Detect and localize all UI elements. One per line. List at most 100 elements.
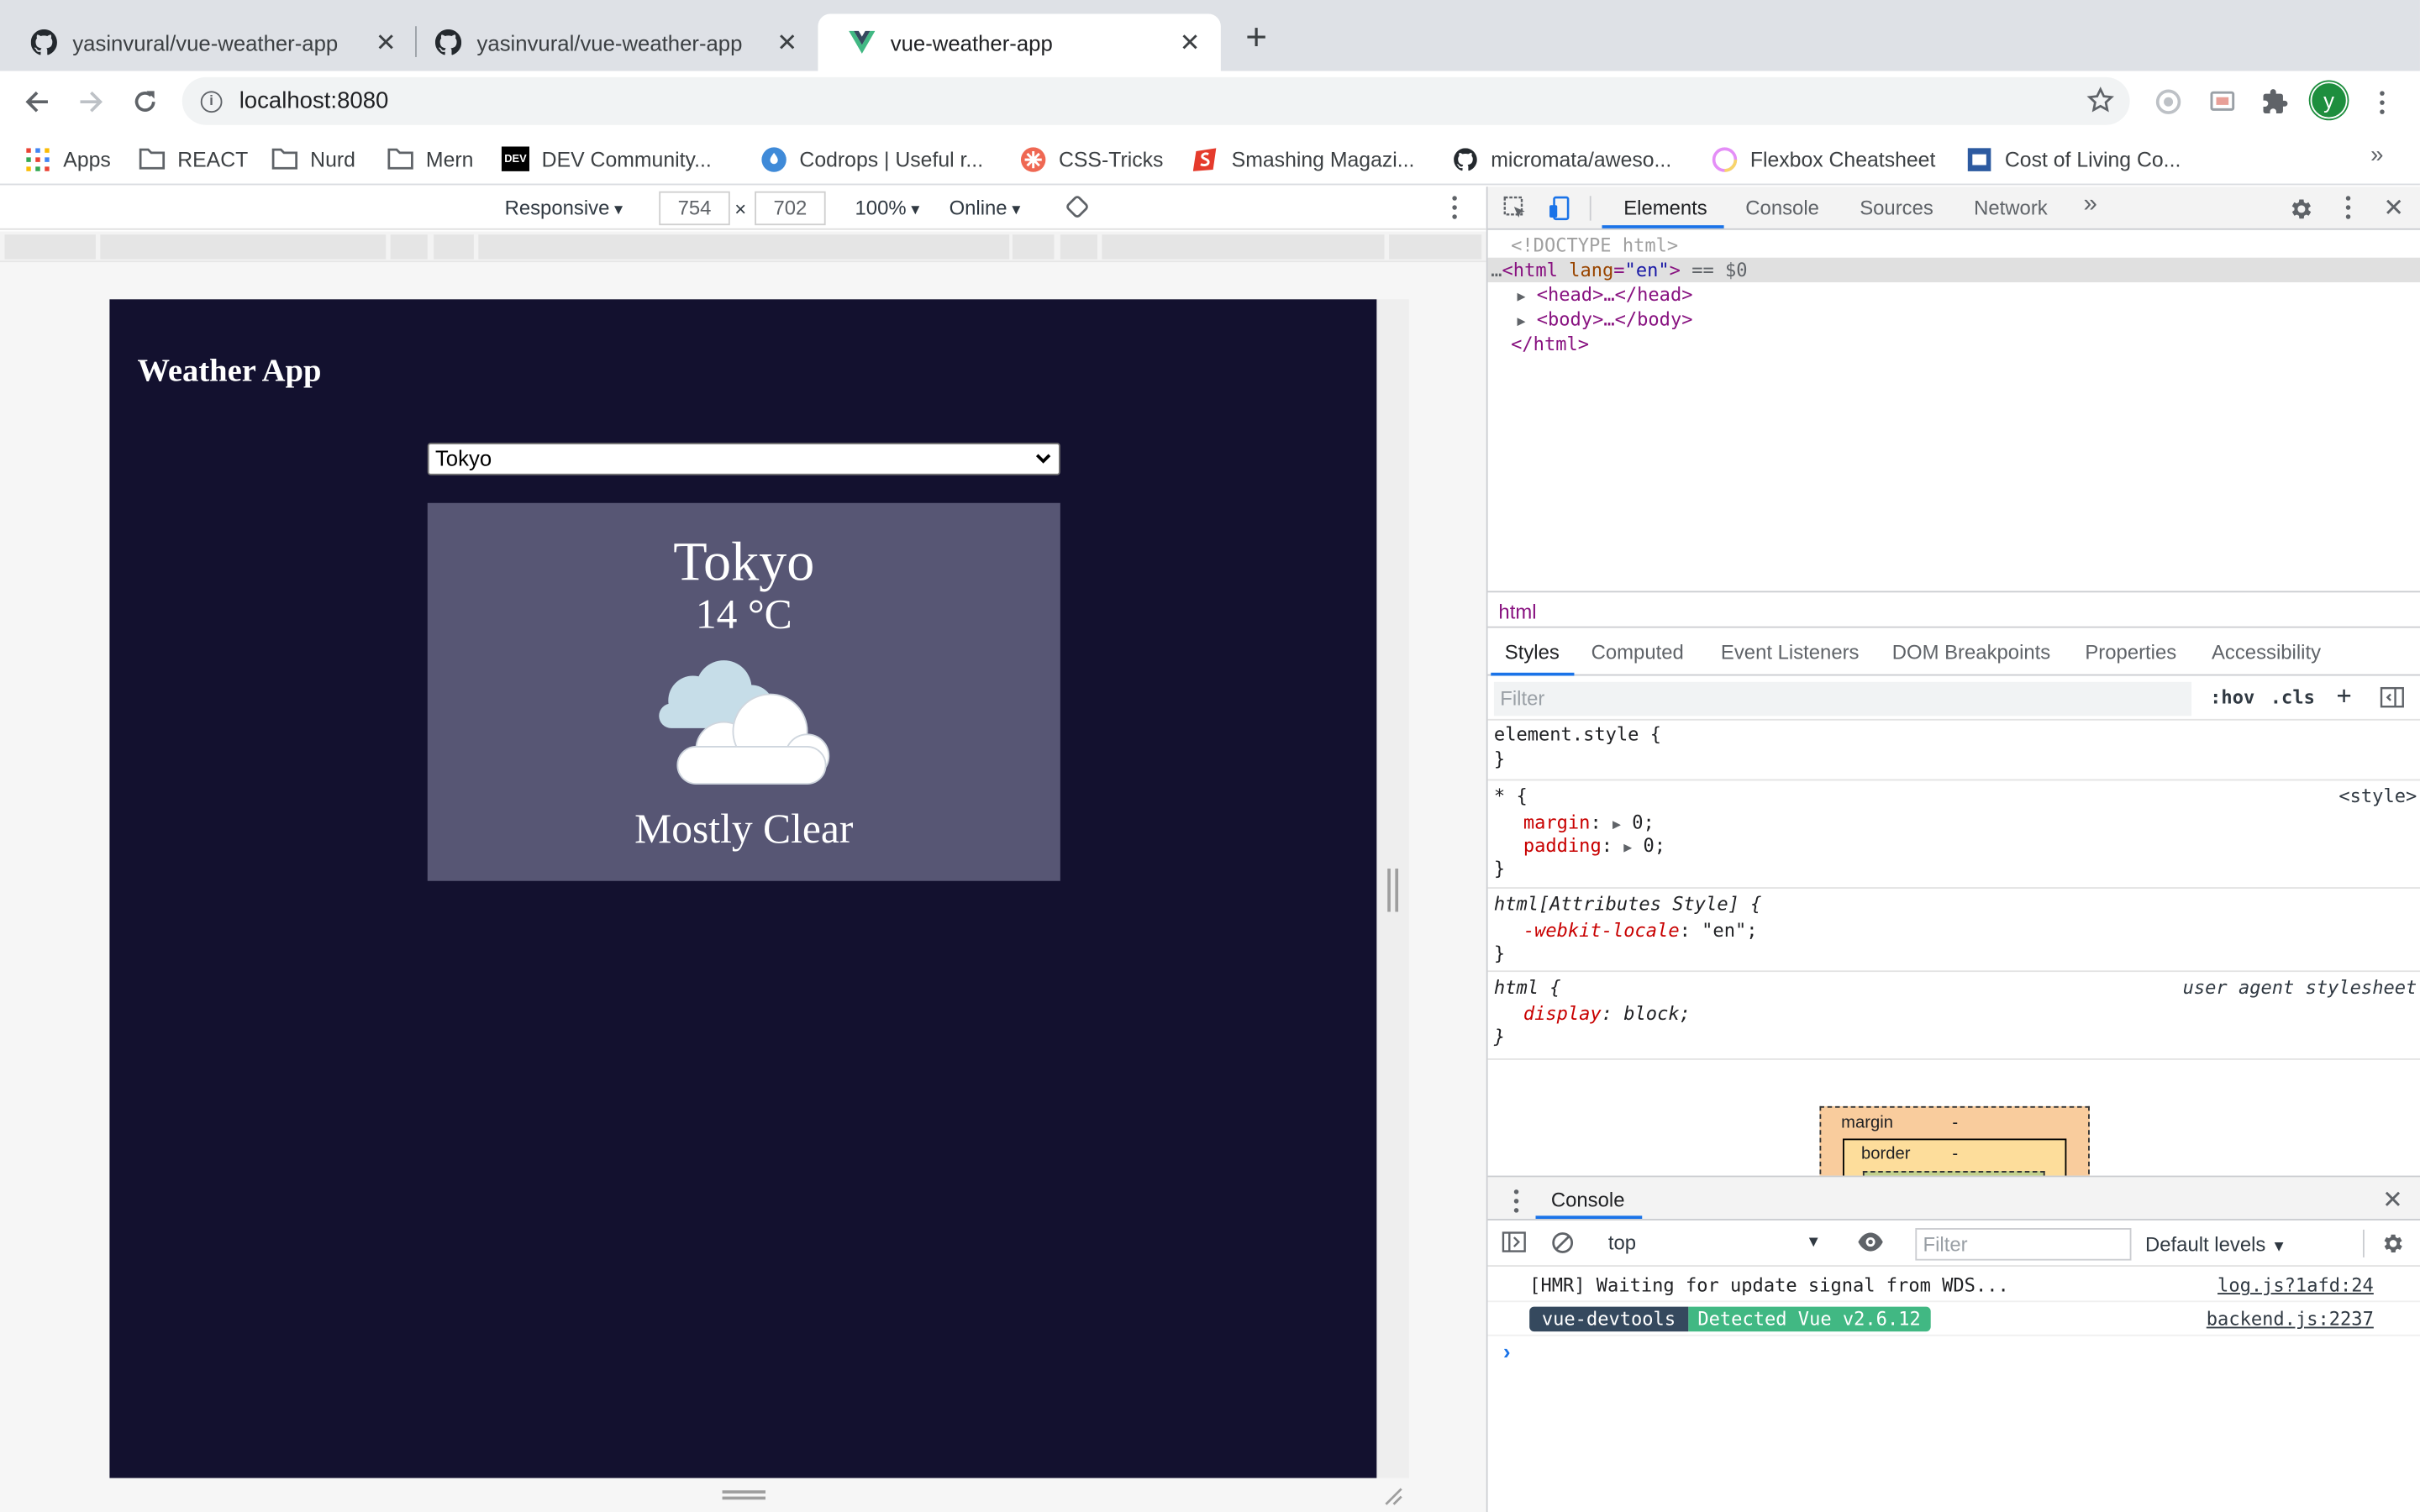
back-button[interactable] bbox=[18, 83, 55, 120]
device-mode-dropdown[interactable]: Responsive bbox=[505, 196, 623, 219]
console-settings-gear-icon[interactable] bbox=[2380, 1231, 2404, 1261]
tab-close-icon[interactable]: ✕ bbox=[1177, 27, 1202, 58]
address-bar[interactable]: i localhost:8080 bbox=[182, 76, 2130, 125]
devtools-menu-icon[interactable] bbox=[2344, 196, 2350, 219]
bookmark-star-icon[interactable] bbox=[2086, 87, 2114, 114]
settings-gear-icon[interactable] bbox=[2286, 194, 2313, 222]
bookmark-mern[interactable]: Mern bbox=[387, 144, 473, 175]
close-devtools-icon[interactable]: ✕ bbox=[2380, 194, 2407, 222]
dom-body-node[interactable]: ▶ <body>…</body> bbox=[1488, 307, 2420, 332]
source-link[interactable]: backend.js:2237 bbox=[2207, 1309, 2374, 1331]
log-levels-dropdown[interactable]: Default levels ▼ bbox=[2145, 1233, 2286, 1257]
bookmark-apps[interactable]: Apps bbox=[24, 144, 111, 175]
device-toolbar-menu-icon[interactable] bbox=[1450, 196, 1456, 219]
network-throttle-dropdown[interactable]: Online bbox=[950, 196, 1021, 219]
breadcrumb[interactable]: html bbox=[1487, 591, 2420, 628]
tab-sources[interactable]: Sources bbox=[1860, 196, 1933, 219]
bookmark-codrops[interactable]: Codrops | Useful r... bbox=[760, 144, 983, 175]
rule-attributes-style[interactable]: html[Attributes Style] { -webkit-locale:… bbox=[1487, 889, 2420, 973]
dom-doctype[interactable]: <!DOCTYPE html> bbox=[1488, 233, 2420, 257]
bookmarks-bar: Apps REACT Nurd Mern DEV DEV Community..… bbox=[0, 132, 2420, 186]
dimension-separator: × bbox=[734, 197, 747, 221]
tab-computed[interactable]: Computed bbox=[1591, 640, 1684, 664]
device-toolbar: Responsive 754 × 702 100% Online bbox=[0, 186, 1486, 230]
tab-console[interactable]: Console bbox=[1745, 196, 1819, 219]
tab-close-icon[interactable]: ✕ bbox=[775, 27, 799, 58]
tab-properties[interactable]: Properties bbox=[2085, 640, 2176, 664]
rotate-icon[interactable] bbox=[1065, 194, 1089, 223]
inspect-element-icon[interactable] bbox=[1502, 194, 1529, 222]
new-rule-plus-icon[interactable]: + bbox=[2337, 680, 2352, 710]
dom-head-node[interactable]: ▶ <head>…</head> bbox=[1488, 282, 2420, 307]
tab-elements[interactable]: Elements bbox=[1623, 196, 1707, 219]
tab-styles[interactable]: Styles bbox=[1505, 640, 1560, 664]
url-text[interactable]: localhost:8080 bbox=[239, 88, 389, 114]
bookmark-micromata[interactable]: micromata/aweso... bbox=[1452, 144, 1671, 175]
viewport-height-input[interactable]: 702 bbox=[755, 191, 826, 226]
drawer-menu-icon[interactable] bbox=[1512, 1189, 1518, 1213]
bookmarks-overflow-button[interactable]: » bbox=[2370, 142, 2383, 168]
bookmark-nurd[interactable]: Nurd bbox=[271, 144, 355, 175]
more-tabs-button[interactable]: » bbox=[2084, 192, 2097, 219]
styles-filter-input[interactable]: Filter bbox=[1493, 681, 2192, 717]
site-info-icon[interactable]: i bbox=[200, 90, 223, 113]
source-link[interactable]: log.js?1afd:24 bbox=[2217, 1274, 2374, 1296]
browser-tab-3[interactable]: vue-weather-app ✕ bbox=[818, 13, 1221, 71]
bookmark-dev-community[interactable]: DEV DEV Community... bbox=[501, 144, 712, 175]
active-subtab-indicator bbox=[1491, 672, 1575, 676]
tab-close-icon[interactable]: ✕ bbox=[373, 27, 397, 58]
viewport-resize-handle-right[interactable] bbox=[1387, 869, 1399, 912]
bookmark-smashing[interactable]: Smashing Magazi... bbox=[1192, 144, 1414, 175]
city-select[interactable]: Tokyo bbox=[427, 443, 1060, 475]
rule-universal[interactable]: * { <style> margin: ▶ 0; padding: ▶ 0; } bbox=[1487, 780, 2420, 889]
dom-html-node[interactable]: …<html lang="en"> == $0 bbox=[1487, 257, 2420, 283]
folder-icon bbox=[271, 147, 298, 171]
tab-dom-breakpoints[interactable]: DOM Breakpoints bbox=[1892, 640, 2050, 664]
zoom-dropdown[interactable]: 100% bbox=[855, 196, 920, 219]
clear-console-icon[interactable] bbox=[1551, 1231, 1575, 1259]
new-tab-button[interactable]: + bbox=[1238, 19, 1275, 59]
weather-app-page: Weather App Tokyo Tokyo 14 °C Mostly Cle… bbox=[109, 299, 1377, 1478]
live-expression-eye-icon[interactable] bbox=[1857, 1231, 1885, 1257]
viewport-width-input[interactable]: 754 bbox=[659, 191, 730, 226]
cast-icon[interactable] bbox=[2204, 83, 2241, 120]
reload-button[interactable] bbox=[127, 83, 164, 120]
hov-toggle[interactable]: :hov bbox=[2210, 686, 2254, 708]
bookmark-react[interactable]: REACT bbox=[139, 144, 248, 175]
tab-event-listeners[interactable]: Event Listeners bbox=[1721, 640, 1860, 664]
execution-context-select[interactable]: top ▼ bbox=[1596, 1226, 1828, 1260]
styles-subtabs: Styles Computed Event Listeners DOM Brea… bbox=[1487, 627, 2420, 676]
console-filter-input[interactable]: Filter bbox=[1915, 1228, 2132, 1261]
forward-button[interactable] bbox=[72, 83, 109, 120]
drawer-tab-console[interactable]: Console bbox=[1551, 1188, 1625, 1211]
device-toggle-icon[interactable] bbox=[1546, 194, 1574, 222]
devtools-panel: Elements Console Sources Network » ✕ <!D… bbox=[1486, 186, 2420, 1512]
bookmark-cost-of-living[interactable]: Cost of Living Co... bbox=[1966, 144, 2181, 175]
browser-toolbar: i localhost:8080 bbox=[0, 71, 2420, 133]
box-model-diagram[interactable]: margin - border - bbox=[1488, 1060, 2420, 1178]
tab-network[interactable]: Network bbox=[1974, 196, 2048, 219]
viewport-resize-handle-bottom[interactable] bbox=[722, 1490, 766, 1500]
bookmark-label: CSS-Tricks bbox=[1058, 147, 1164, 171]
rule-element-style[interactable]: element.style { } bbox=[1487, 721, 2420, 781]
console-sidebar-icon[interactable] bbox=[1502, 1231, 1526, 1257]
media-query-ruler[interactable] bbox=[0, 231, 1486, 263]
bookmark-flexbox-cheatsheet[interactable]: Flexbox Cheatsheet bbox=[1712, 144, 1935, 175]
browser-tab-2[interactable]: yasinvural/vue-weather-app ✕ bbox=[404, 14, 818, 71]
extension-icon[interactable] bbox=[2150, 83, 2187, 120]
profile-avatar[interactable]: y bbox=[2310, 81, 2348, 119]
tab-accessibility[interactable]: Accessibility bbox=[2212, 640, 2321, 664]
cls-toggle[interactable]: .cls bbox=[2270, 686, 2315, 708]
bookmark-label: Codrops | Useful r... bbox=[799, 147, 984, 171]
extensions-puzzle-icon[interactable] bbox=[2256, 83, 2293, 120]
github-icon bbox=[1454, 147, 1477, 171]
viewport-resize-handle-corner[interactable] bbox=[1381, 1484, 1403, 1506]
browser-tab-1[interactable]: yasinvural/vue-weather-app ✕ bbox=[0, 14, 417, 71]
rule-html-user-agent[interactable]: html { user agent stylesheet display: bl… bbox=[1487, 972, 2420, 1060]
bookmark-css-tricks[interactable]: CSS-Tricks bbox=[1020, 144, 1163, 175]
close-drawer-icon[interactable]: ✕ bbox=[2382, 1185, 2403, 1216]
console-prompt[interactable]: › bbox=[1503, 1339, 1511, 1363]
chrome-menu-button[interactable] bbox=[2363, 83, 2400, 120]
dom-html-close[interactable]: </html> bbox=[1488, 332, 2420, 356]
toggle-sidebar-icon[interactable] bbox=[2380, 686, 2404, 712]
